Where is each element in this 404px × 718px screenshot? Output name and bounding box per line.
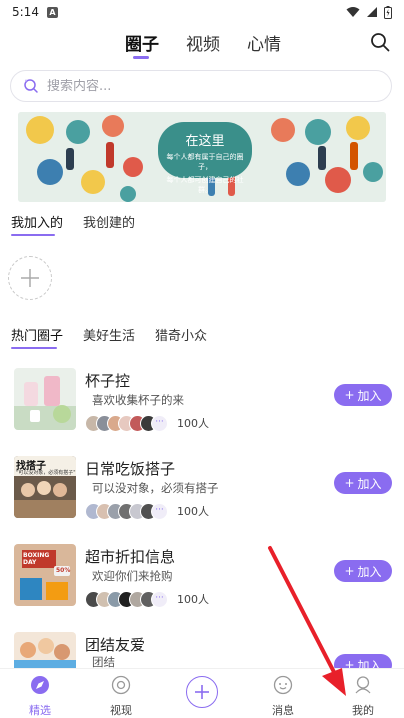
compass-icon bbox=[31, 676, 49, 694]
join-button[interactable]: + 加入 bbox=[334, 472, 392, 494]
nav-messages[interactable]: 消息 bbox=[258, 675, 308, 718]
circle-description: 喜欢收集杯子的来 bbox=[92, 393, 184, 407]
circle-description: 欢迎你们来抢购 bbox=[92, 569, 173, 583]
create-post-button[interactable] bbox=[186, 676, 218, 708]
tab-created[interactable]: 我创建的 bbox=[83, 212, 135, 231]
circle-thumbnail: 找搭子 "可以没对象，必须有搭子" bbox=[14, 456, 76, 518]
thumbnail-text: BOXING DAY bbox=[23, 552, 50, 566]
circle-list-item[interactable]: 团结友爱 团结 + 加入 bbox=[14, 632, 392, 668]
join-label: 加入 bbox=[357, 564, 382, 579]
plus-icon: + bbox=[344, 476, 355, 490]
plus-icon: + bbox=[344, 388, 355, 402]
member-count: 100人 bbox=[177, 505, 209, 518]
banner-caption: 在这里 每个人都有属于自己的圈子， 每个人都可创建自己的社群。 bbox=[160, 130, 250, 195]
banner-line-2: 每个人都可创建自己的社群。 bbox=[166, 176, 244, 194]
nav-featured[interactable]: 精选 bbox=[15, 675, 65, 718]
circle-name: 团结友爱 bbox=[85, 636, 146, 654]
tab-good-life[interactable]: 美好生活 bbox=[83, 325, 135, 344]
join-label: 加入 bbox=[357, 658, 382, 669]
tab-joined[interactable]: 我加入的 bbox=[11, 212, 63, 231]
status-time: 5:14 bbox=[12, 5, 39, 19]
plus-icon: + bbox=[344, 564, 355, 578]
joined-tab-indicator bbox=[11, 234, 55, 236]
join-button[interactable]: + 加入 bbox=[334, 654, 392, 668]
more-members-icon: ··· bbox=[151, 590, 168, 608]
my-circles-tabs: 我加入的 我创建的 bbox=[11, 212, 391, 238]
tab-videos[interactable]: 视频 bbox=[186, 30, 220, 55]
circle-list-item[interactable]: BOXING DAY 50% 超市折扣信息 欢迎你们来抢购 ··· 100人 +… bbox=[14, 544, 392, 608]
nav-video[interactable]: 视现 bbox=[96, 675, 146, 718]
circle-name: 超市折扣信息 bbox=[85, 548, 176, 566]
status-bar: 5:14 A bbox=[0, 0, 404, 24]
top-tab-bar: 圈子 视频 心情 bbox=[0, 26, 404, 62]
nav-video-label: 视现 bbox=[110, 704, 132, 717]
search-icon[interactable] bbox=[370, 32, 390, 52]
tab-moods[interactable]: 心情 bbox=[247, 30, 281, 55]
circle-description: 团结 bbox=[92, 655, 115, 668]
search-bar[interactable] bbox=[10, 70, 392, 102]
circle-list-item[interactable]: 杯子控 喜欢收集杯子的来 ··· 100人 + 加入 bbox=[14, 368, 392, 432]
plus-icon bbox=[21, 269, 39, 287]
more-members-icon: ··· bbox=[151, 502, 168, 520]
banner-title: 在这里 bbox=[185, 134, 225, 149]
circle-thumbnail: BOXING DAY 50% bbox=[14, 544, 76, 606]
search-input[interactable] bbox=[47, 78, 347, 94]
nav-profile-label: 我的 bbox=[352, 704, 374, 717]
banner-image[interactable]: 在这里 每个人都有属于自己的圈子， 每个人都可创建自己的社群。 bbox=[18, 112, 386, 202]
circle-name: 日常吃饭搭子 bbox=[85, 460, 176, 478]
member-avatars: ··· bbox=[85, 502, 168, 520]
notification-a-icon: A bbox=[46, 6, 58, 18]
plus-icon: + bbox=[344, 658, 355, 668]
plus-icon bbox=[195, 685, 209, 699]
circle-thumbnail bbox=[14, 368, 76, 430]
join-button[interactable]: + 加入 bbox=[334, 384, 392, 406]
hot-tab-indicator bbox=[11, 347, 57, 349]
hot-circles-tabs: 热门圈子 美好生活 猎奇小众 bbox=[11, 325, 391, 351]
red-arrow-annotation bbox=[268, 546, 346, 696]
member-count: 100人 bbox=[177, 417, 209, 430]
tab-circles[interactable]: 圈子 bbox=[125, 30, 159, 55]
circle-description: 可以没对象，必须有搭子 bbox=[92, 481, 219, 495]
circle-thumbnail bbox=[14, 632, 76, 668]
tab-niche[interactable]: 猎奇小众 bbox=[155, 325, 207, 344]
circle-name: 杯子控 bbox=[85, 372, 131, 390]
join-button[interactable]: + 加入 bbox=[334, 560, 392, 582]
tab-hot-circles[interactable]: 热门圈子 bbox=[11, 325, 63, 344]
video-icon bbox=[111, 675, 131, 695]
member-avatars: ··· bbox=[85, 590, 168, 608]
member-count: 100人 bbox=[177, 593, 209, 606]
add-circle-button[interactable] bbox=[8, 256, 52, 300]
join-label: 加入 bbox=[357, 388, 382, 403]
nav-featured-label: 精选 bbox=[29, 704, 51, 717]
nav-profile[interactable]: 我的 bbox=[338, 675, 388, 718]
profile-icon bbox=[355, 676, 371, 694]
more-members-icon: ··· bbox=[151, 414, 168, 432]
thumbnail-badge: 50% bbox=[56, 567, 71, 574]
signal-icon bbox=[367, 7, 377, 17]
nav-messages-label: 消息 bbox=[272, 704, 294, 717]
circle-list-item[interactable]: 找搭子 "可以没对象，必须有搭子" 日常吃饭搭子 可以没对象，必须有搭子 ···… bbox=[14, 456, 392, 520]
thumbnail-subtext: "可以没对象，必须有搭子" bbox=[16, 470, 76, 476]
tab-active-indicator bbox=[133, 56, 149, 59]
join-label: 加入 bbox=[357, 476, 382, 491]
wifi-icon bbox=[346, 7, 360, 17]
banner-line-1: 每个人都有属于自己的圈子， bbox=[166, 153, 244, 171]
member-avatars: ··· bbox=[85, 414, 168, 432]
message-icon bbox=[273, 675, 293, 695]
search-field-icon bbox=[24, 79, 38, 93]
battery-icon bbox=[384, 5, 392, 19]
